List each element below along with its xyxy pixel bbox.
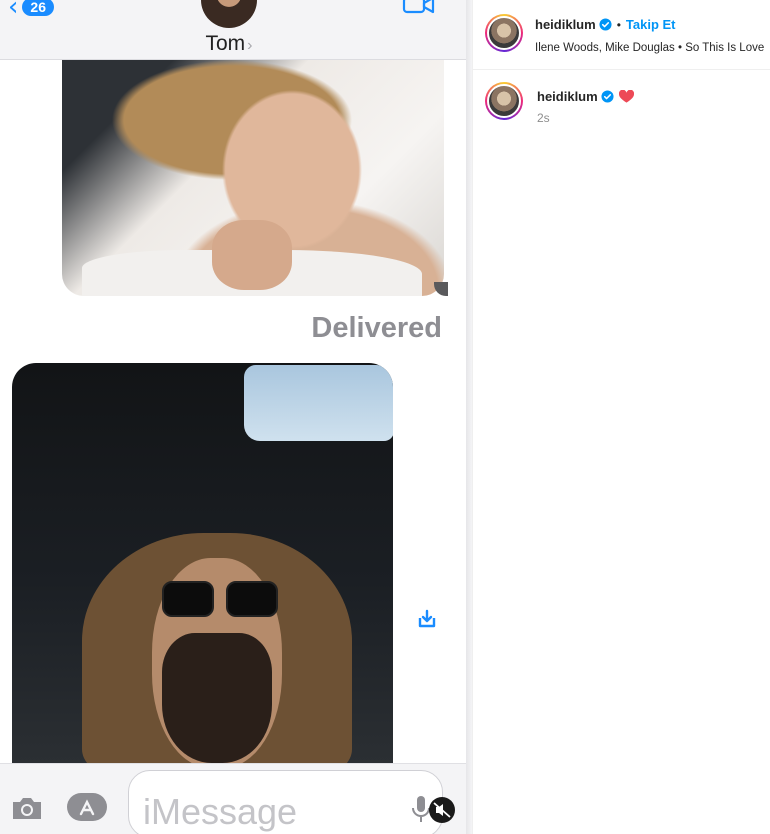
audio-track-link[interactable]: Ilene Woods, Mike Douglas • So This Is L… xyxy=(535,42,764,54)
app-store-icon[interactable] xyxy=(66,791,108,828)
post-header: heidiklum • Takip Et Ilene Woods, Mike Dou… xyxy=(473,0,770,70)
imessage-input[interactable]: iMessage xyxy=(128,770,443,834)
heart-icon xyxy=(618,89,634,109)
separator-dot: • xyxy=(616,18,621,32)
contact-name: Tom xyxy=(205,32,246,55)
message-input-bar: iMessage xyxy=(0,763,466,834)
save-download-icon[interactable] xyxy=(414,606,440,637)
received-video[interactable] xyxy=(12,363,393,763)
conversation-header: ‹ 26 Tom › xyxy=(0,0,466,60)
post-author-row: heidiklum • Takip Et xyxy=(535,16,676,36)
contact-name-button[interactable]: Tom › xyxy=(0,32,458,56)
video-camera-icon[interactable] xyxy=(402,0,436,21)
sent-photo[interactable] xyxy=(62,60,444,296)
photo-hand-shape xyxy=(212,220,292,290)
back-button[interactable]: ‹ 26 xyxy=(8,0,54,20)
video-sunglasses xyxy=(162,581,282,619)
chevron-left-icon: ‹ xyxy=(8,0,19,22)
caption-username[interactable]: heidiklum xyxy=(537,89,598,104)
follow-button[interactable]: Takip Et xyxy=(626,17,676,32)
instagram-post-panel: heidiklum • Takip Et Ilene Woods, Mike Dou… xyxy=(472,0,770,834)
video-car-window xyxy=(244,365,393,441)
chevron-right-icon: › xyxy=(247,37,253,54)
camera-icon[interactable] xyxy=(10,794,44,827)
video-beard-shape xyxy=(162,633,272,763)
audio-row: Ilene Woods, Mike Douglas • So This Is L… xyxy=(535,38,764,56)
caption-row: heidiklum xyxy=(537,88,634,109)
verified-badge-icon xyxy=(601,90,614,108)
imessage-screen: Delivered ‹ 26 Tom › iMessage xyxy=(0,0,466,834)
contact-avatar[interactable] xyxy=(201,0,257,28)
caption-timestamp: 2s xyxy=(537,111,550,125)
verified-badge-icon xyxy=(599,18,612,36)
delivered-status: Delivered xyxy=(311,312,442,344)
speaker-muted-icon[interactable] xyxy=(428,796,456,829)
profile-avatar[interactable] xyxy=(485,14,523,52)
comment-avatar[interactable] xyxy=(485,82,523,120)
author-username[interactable]: heidiklum xyxy=(535,17,596,32)
unread-count-badge: 26 xyxy=(22,0,54,16)
bubble-tail xyxy=(434,282,448,296)
